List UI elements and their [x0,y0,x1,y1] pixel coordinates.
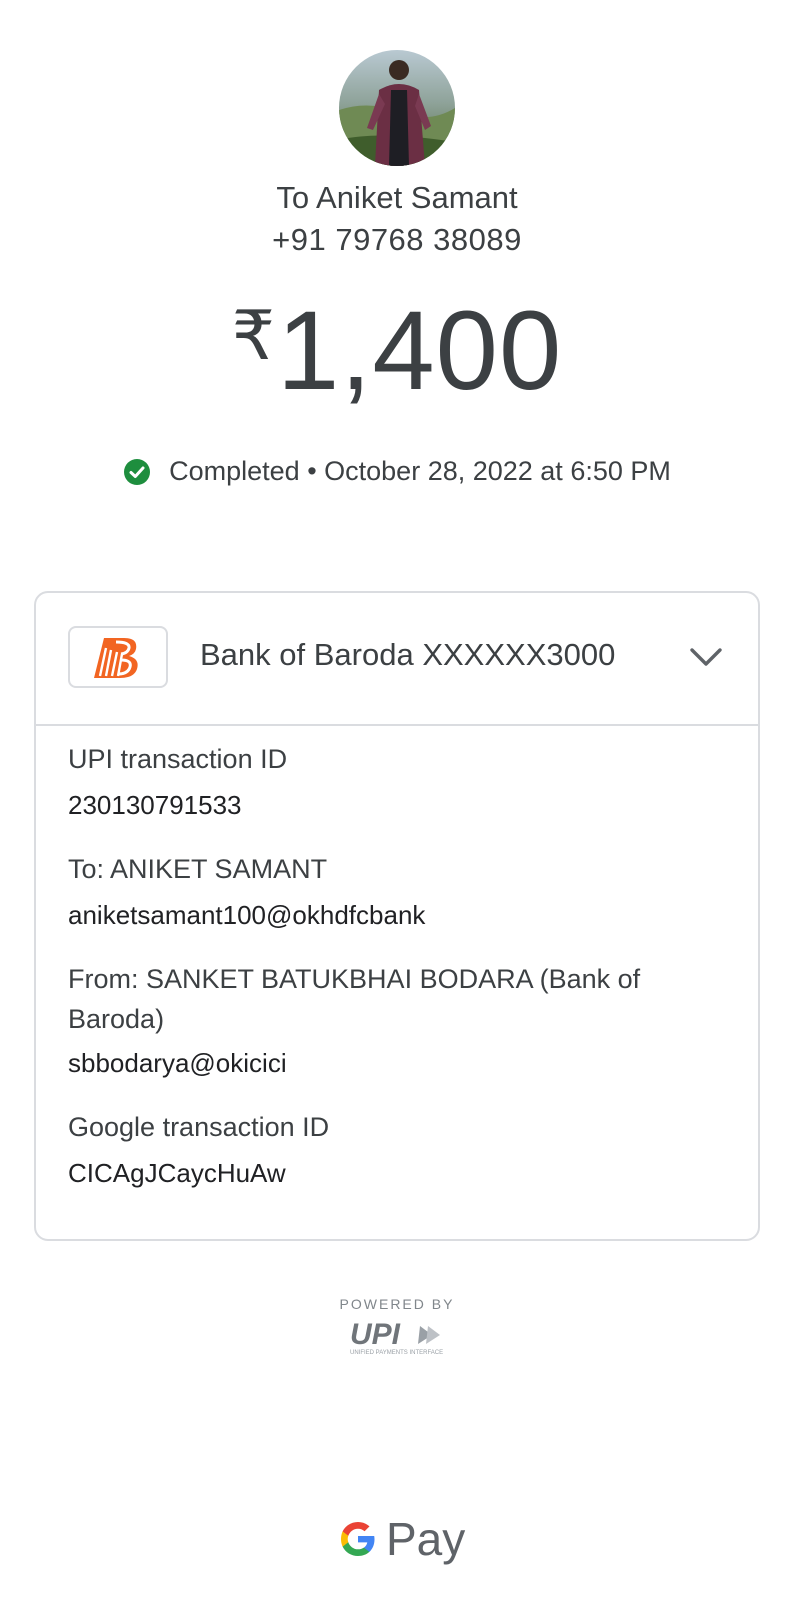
bank-account-name: Bank of Baroda XXXXXX3000 [200,637,616,672]
bank-account-row[interactable]: Bank of Baroda XXXXXX3000 [36,593,758,726]
chevron-down-icon[interactable] [686,637,726,677]
transaction-details-card: Bank of Baroda XXXXXX3000 UPI transactio… [34,591,760,1241]
google-transaction-id-label: Google transaction ID [68,1112,330,1142]
payment-amount: ₹1,400 [0,286,794,415]
amount-value: 1,400 [276,288,563,413]
payee-name: To Aniket Samant [276,180,518,215]
payment-status: Completed • October 28, 2022 at 6:50 PM [0,456,794,487]
currency-symbol: ₹ [231,298,275,374]
sender-label: From: SANKET BATUKBHAI BODARA (Bank of B… [68,964,641,1034]
upi-logo-text: UPI [350,1318,401,1351]
gpay-text: Pay [386,1513,466,1565]
google-pay-logo: Pay [338,1512,465,1566]
bank-of-baroda-logo [68,626,168,688]
upi-tagline: UNIFIED PAYMENTS INTERFACE [350,1350,443,1356]
upi-transaction-id-label: UPI transaction ID [68,744,288,774]
google-transaction-id-value: CICAgJCaycHuAw [68,1158,286,1188]
recipient-upi-id: aniketsamant100@okhdfcbank [68,900,426,930]
sender-upi-id: sbbodarya@okicici [68,1048,287,1078]
check-circle-icon [124,458,151,485]
status-text: Completed • October 28, 2022 at 6:50 PM [169,456,671,486]
google-g-icon [341,1522,375,1556]
payee-avatar [339,50,455,166]
payee-phone: +91 79768 38089 [272,222,522,257]
upi-transaction-id-value: 230130791533 [68,790,242,820]
powered-by-label: POWERED BY [339,1296,455,1312]
upi-logo: UPI UNIFIED PAYMENTS INTERFACE [350,1318,443,1356]
recipient-label: To: ANIKET SAMANT [68,854,328,884]
